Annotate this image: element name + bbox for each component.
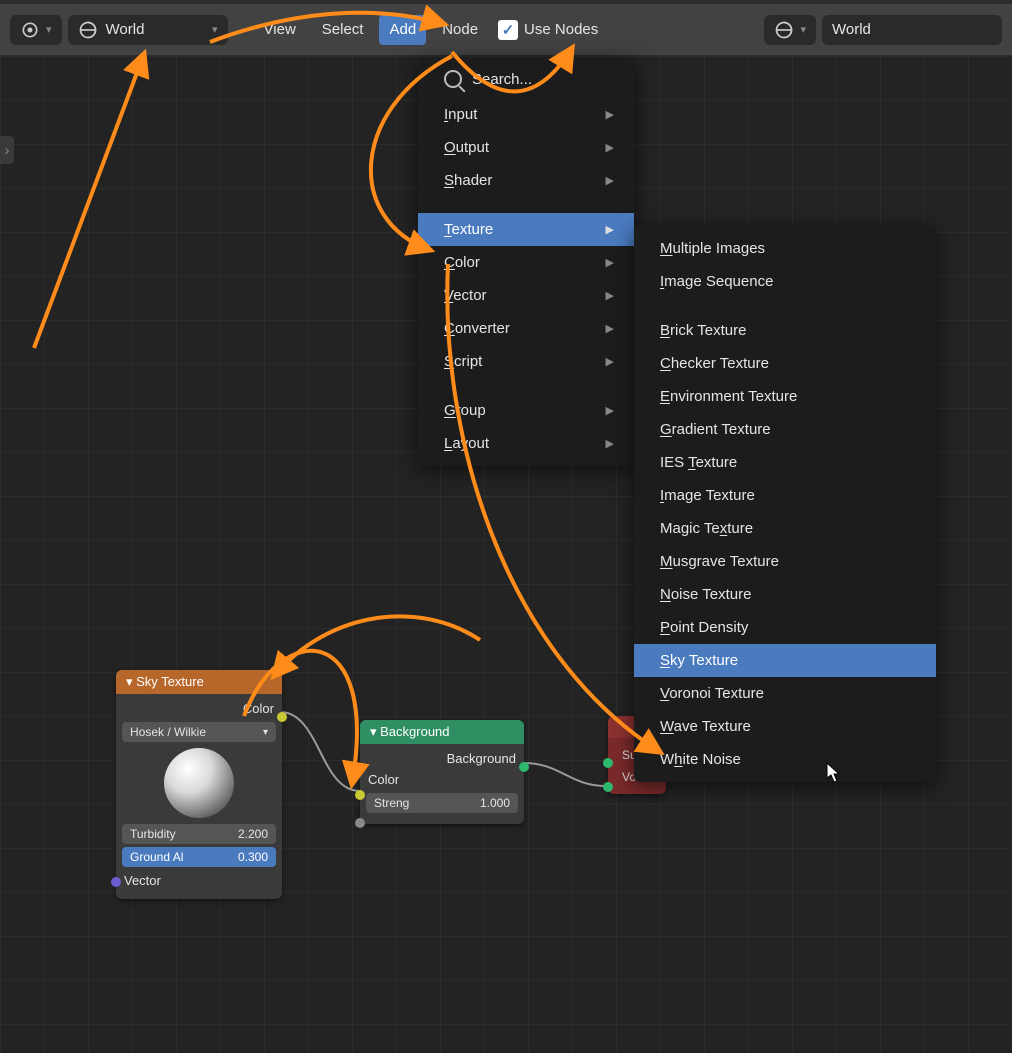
texture-menu-item-brick-texture[interactable]: Brick Texture	[634, 314, 936, 347]
socket-color-out[interactable]	[277, 712, 287, 722]
menu-search[interactable]: Search...	[418, 64, 634, 98]
menu-node[interactable]: Node	[432, 15, 488, 45]
texture-menu-item-noise-texture[interactable]: Noise Texture	[634, 578, 936, 611]
texture-menu-item-image-sequence[interactable]: Image Sequence	[634, 265, 936, 298]
node-sky-texture[interactable]: ▾ Sky Texture Color Hosek / Wilkie▾ Turb…	[116, 670, 282, 899]
search-icon	[444, 70, 462, 88]
texture-menu-item-checker-texture[interactable]: Checker Texture	[634, 347, 936, 380]
texture-submenu: Multiple ImagesImage Sequence Brick Text…	[634, 226, 936, 782]
socket-label: Color	[368, 772, 399, 787]
shading-type-label: World	[106, 21, 145, 38]
add-menu-item-shader[interactable]: Shader▶	[418, 164, 634, 197]
texture-menu-item-voronoi-texture[interactable]: Voronoi Texture	[634, 677, 936, 710]
add-menu-item-output[interactable]: Output▶	[418, 131, 634, 164]
socket-label: Vector	[124, 873, 161, 888]
node-header[interactable]: ▾ Sky Texture	[116, 670, 282, 694]
texture-menu-item-white-noise[interactable]: White Noise	[634, 743, 936, 776]
node-background[interactable]: ▾ Background Background Color Streng1.00…	[360, 720, 524, 824]
world-datablock-field[interactable]: World	[822, 15, 1002, 45]
ground-albedo-field[interactable]: Ground Al0.300	[122, 847, 276, 867]
texture-menu-item-magic-texture[interactable]: Magic Texture	[634, 512, 936, 545]
texture-menu-item-image-texture[interactable]: Image Texture	[634, 479, 936, 512]
sky-model-dropdown[interactable]: Hosek / Wilkie▾	[122, 722, 276, 742]
add-menu-item-input[interactable]: Input▶	[418, 98, 634, 131]
shading-type-selector[interactable]: World ▾	[68, 15, 228, 45]
shader-editor-header: ▾ World ▾ View Select Add Node ✓ Use Nod…	[0, 0, 1012, 56]
add-menu-item-group[interactable]: Group▶	[418, 394, 634, 427]
add-menu-item-color[interactable]: Color▶	[418, 246, 634, 279]
socket-label: Color	[243, 701, 274, 716]
use-nodes-label: Use Nodes	[524, 21, 598, 38]
add-menu-item-script[interactable]: Script▶	[418, 345, 634, 378]
socket-strength-in[interactable]	[355, 818, 365, 828]
add-menu-item-texture[interactable]: Texture▶	[418, 213, 634, 246]
texture-menu-item-wave-texture[interactable]: Wave Texture	[634, 710, 936, 743]
menu-view[interactable]: View	[254, 15, 306, 45]
socket-volume-in[interactable]	[603, 782, 613, 792]
texture-menu-item-point-density[interactable]: Point Density	[634, 611, 936, 644]
node-header[interactable]: ▾ Background	[360, 720, 524, 744]
world-datablock-icon[interactable]: ▾	[764, 15, 816, 45]
use-nodes-toggle[interactable]: ✓ Use Nodes	[498, 20, 598, 40]
socket-background-out[interactable]	[519, 762, 529, 772]
texture-menu-item-musgrave-texture[interactable]: Musgrave Texture	[634, 545, 936, 578]
socket-color-in[interactable]	[355, 790, 365, 800]
texture-menu-item-gradient-texture[interactable]: Gradient Texture	[634, 413, 936, 446]
strength-field[interactable]: Streng1.000	[366, 793, 518, 813]
menu-select[interactable]: Select	[312, 15, 374, 45]
editor-type-selector[interactable]: ▾	[10, 15, 62, 45]
add-menu-item-converter[interactable]: Converter▶	[418, 312, 634, 345]
socket-surface-in[interactable]	[603, 758, 613, 768]
menu-add[interactable]: Add	[379, 15, 426, 45]
texture-menu-item-multiple-images[interactable]: Multiple Images	[634, 232, 936, 265]
sun-direction-widget[interactable]	[164, 748, 234, 818]
texture-menu-item-environment-texture[interactable]: Environment Texture	[634, 380, 936, 413]
add-menu-item-layout[interactable]: Layout▶	[418, 427, 634, 460]
socket-label: Background	[447, 751, 516, 766]
add-menu-item-vector[interactable]: Vector▶	[418, 279, 634, 312]
turbidity-field[interactable]: Turbidity2.200	[122, 824, 276, 844]
sidebar-expand-icon[interactable]: ›	[0, 136, 14, 164]
socket-vector-in[interactable]	[111, 877, 121, 887]
world-datablock-label: World	[832, 21, 871, 38]
add-menu: Search... Input▶Output▶Shader▶Texture▶Co…	[418, 58, 634, 466]
texture-menu-item-sky-texture[interactable]: Sky Texture	[634, 644, 936, 677]
mouse-cursor-icon	[826, 762, 842, 784]
texture-menu-item-ies-texture[interactable]: IES Texture	[634, 446, 936, 479]
checkbox-icon: ✓	[498, 20, 518, 40]
